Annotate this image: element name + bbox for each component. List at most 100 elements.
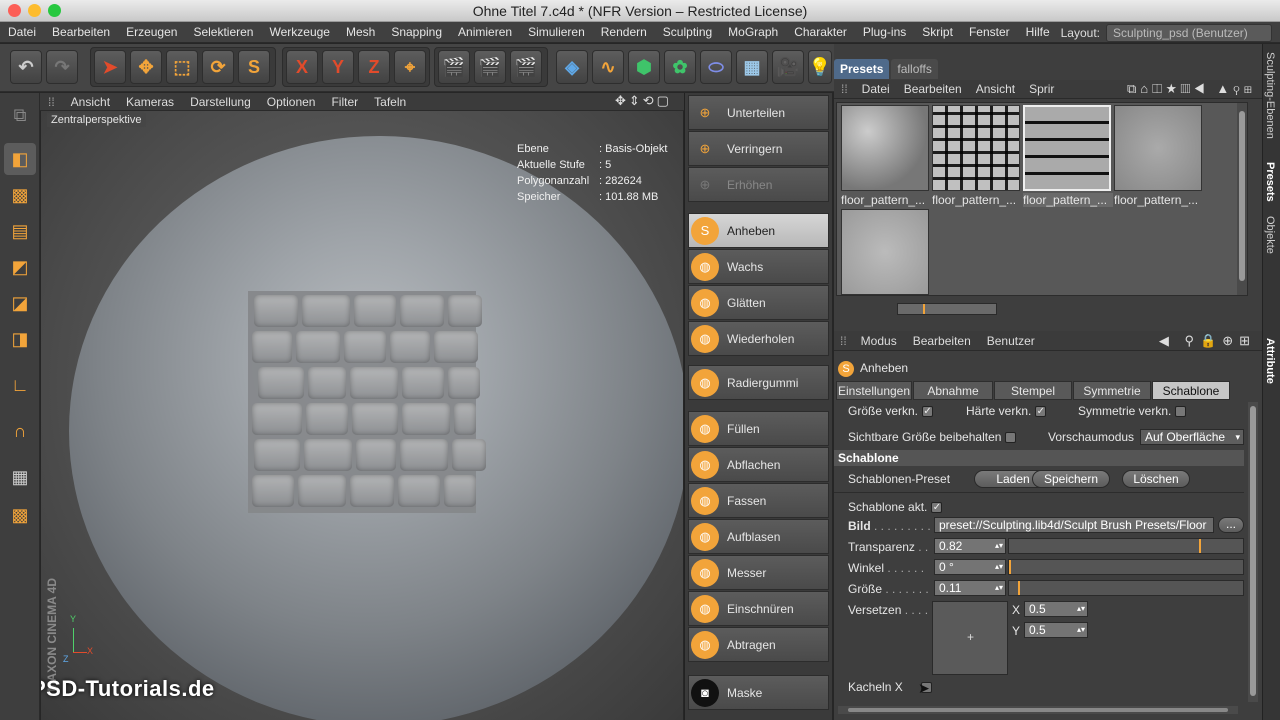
preset-name[interactable]: floor_pattern_... — [841, 193, 931, 207]
y-axis-lock-button[interactable]: Y — [322, 50, 354, 84]
groesse-slider-handle[interactable] — [1018, 581, 1020, 595]
vorschaumodus-dropdown[interactable]: Auf Oberfläche ▾ — [1140, 429, 1244, 445]
preset-browser[interactable]: floor_pattern_... floor_pattern_... floor_… — [836, 102, 1248, 315]
preset-thumbnail[interactable] — [1023, 105, 1111, 191]
presets-tab-presets[interactable]: Presets — [834, 59, 890, 79]
axis-mode-button[interactable]: ∟ — [4, 369, 36, 401]
sculpt-tool-messer[interactable]: ◍ Messer — [688, 555, 829, 590]
sculpt-tool-wiederholen[interactable]: ◍ Wiederholen — [688, 321, 829, 356]
preset-thumbnail[interactable] — [932, 105, 1020, 191]
side-tab-objekte[interactable]: Objekte — [1264, 212, 1276, 258]
layout-selector[interactable]: Layout: Sculpting_psd (Benutzer) — [1061, 24, 1272, 42]
attribute-scrollbar[interactable] — [1248, 402, 1258, 702]
haerte-verkn-checkbox[interactable]: ✓ — [1035, 406, 1047, 418]
menu-item-werkzeuge[interactable]: Werkzeuge — [261, 25, 337, 39]
snapping-button[interactable]: ∩ — [4, 415, 36, 447]
sculpt-tool-einschnüren[interactable]: ◍ Einschnüren — [688, 591, 829, 626]
loeschen-button[interactable]: Löschen — [1122, 470, 1190, 488]
polygons-mode-button[interactable]: ◨ — [4, 323, 36, 355]
redo-button[interactable]: ↷ — [46, 50, 78, 84]
menu-item-skript[interactable]: Skript — [914, 25, 961, 39]
sculpt-tool-button[interactable]: S — [238, 50, 270, 84]
menu-item-simulieren[interactable]: Simulieren — [520, 25, 593, 39]
viewport-menu-darstellung[interactable]: Darstellung — [182, 95, 259, 109]
preset-name[interactable]: floor_pattern_... — [932, 193, 1022, 207]
groesse-slider[interactable] — [1008, 580, 1244, 596]
viewport-nav-icons[interactable]: ✥⇕⟲▢ — [615, 93, 672, 109]
sculpt-tool-abtragen[interactable]: ◍ Abtragen — [688, 627, 829, 662]
menu-item-hilfe[interactable]: Hilfe — [1018, 25, 1058, 39]
floor-button[interactable]: ▦ — [736, 50, 768, 84]
sculpt-tool-radiergummi[interactable]: ◍ Radiergummi — [688, 365, 829, 400]
sculpt-tool-unterteilen[interactable]: ⊕ Unterteilen — [688, 95, 829, 130]
symmetrie-verkn-checkbox[interactable] — [1175, 406, 1187, 418]
preset-thumbnail[interactable] — [841, 209, 929, 295]
menu-item-bearbeiten[interactable]: Bearbeiten — [44, 25, 118, 39]
menu-item-selektieren[interactable]: Selektieren — [185, 25, 261, 39]
attribute-tab-abnahme[interactable]: Abnahme — [913, 381, 993, 400]
presets-menu-ansicht[interactable]: Ansicht — [969, 82, 1022, 96]
cube-primitive-button[interactable]: ◈ — [556, 50, 588, 84]
menu-item-charakter[interactable]: Charakter — [786, 25, 855, 39]
preset-thumbnail[interactable] — [841, 105, 929, 191]
sculpt-tool-verringern[interactable]: ⊕ Verringern — [688, 131, 829, 166]
light-button[interactable]: 💡 — [808, 50, 832, 84]
side-tab-presets[interactable]: Presets — [1264, 158, 1276, 206]
winkel-slider-handle[interactable] — [1009, 560, 1011, 574]
attribute-tab-stempel[interactable]: Stempel — [994, 381, 1072, 400]
menu-item-mograph[interactable]: MoGraph — [720, 25, 786, 39]
sculpt-tool-anheben[interactable]: S Anheben — [688, 213, 829, 248]
menu-item-rendern[interactable]: Rendern — [593, 25, 655, 39]
bild-path-field[interactable]: preset://Sculpting.lib4d/Sculpt Brush Pr… — [934, 517, 1214, 533]
scale-tool-button[interactable]: ⬚ — [166, 50, 198, 84]
side-tab-attribute[interactable]: Attribute — [1264, 334, 1276, 388]
x-field[interactable]: 0.5 ▴▾ — [1024, 601, 1088, 617]
sculpt-tool-füllen[interactable]: ◍ Füllen — [688, 411, 829, 446]
viewport-menu-kameras[interactable]: Kameras — [118, 95, 182, 109]
presets-tab-falloffs[interactable]: falloffs — [891, 59, 938, 79]
transparenz-slider-handle[interactable] — [1199, 539, 1201, 553]
z-axis-lock-button[interactable]: Z — [358, 50, 390, 84]
minimize-window-button[interactable] — [28, 4, 41, 17]
attribute-tab-symmetrie[interactable]: Symmetrie — [1073, 381, 1151, 400]
viewport[interactable]: Zentralperspektive Ebene: Basis-Objekt Ak… — [41, 111, 683, 720]
planar-workplane-button[interactable]: ▩ — [4, 499, 36, 531]
sculpt-tool-aufblasen[interactable]: ◍ Aufblasen — [688, 519, 829, 554]
array-button[interactable]: ✿ — [664, 50, 696, 84]
render-view-button[interactable]: 🎬 — [438, 50, 470, 84]
menu-item-erzeugen[interactable]: Erzeugen — [118, 25, 185, 39]
presets-menu-bearbeiten[interactable]: Bearbeiten — [897, 82, 969, 96]
attribute-menu-benutzer[interactable]: Benutzer — [979, 334, 1043, 348]
sichtbare-groesse-checkbox[interactable] — [1005, 432, 1017, 444]
groesse-verkn-checkbox[interactable]: ✓ — [922, 406, 934, 418]
attribute-hscrollbar[interactable] — [838, 706, 1238, 714]
schablone-section-header[interactable]: Schablone — [834, 450, 1244, 466]
menu-item-sculpting[interactable]: Sculpting — [655, 25, 720, 39]
transparenz-slider[interactable] — [1008, 538, 1244, 554]
thumbnail-size-slider[interactable] — [897, 303, 997, 315]
render-settings-button[interactable]: 🎬 — [510, 50, 542, 84]
transparenz-field[interactable]: 0.82 ▴▾ — [934, 538, 1006, 554]
make-editable-button[interactable]: ⧉ — [4, 99, 36, 131]
move-tool-button[interactable]: ✥ — [130, 50, 162, 84]
texture-mode-button[interactable]: ▩ — [4, 179, 36, 211]
deformer-button[interactable]: ⬭ — [700, 50, 732, 84]
winkel-slider[interactable] — [1008, 559, 1244, 575]
preset-name[interactable]: floor_pattern_... — [1114, 193, 1204, 207]
model-mode-button[interactable]: ◧ — [4, 143, 36, 175]
menu-item-plug-ins[interactable]: Plug-ins — [855, 25, 914, 39]
viewport-menu-ansicht[interactable]: Ansicht — [63, 95, 118, 109]
y-field[interactable]: 0.5 ▴▾ — [1024, 622, 1088, 638]
rotate-tool-button[interactable]: ⟳ — [202, 50, 234, 84]
menu-item-mesh[interactable]: Mesh — [338, 25, 383, 39]
preset-thumbnail[interactable] — [1114, 105, 1202, 191]
groesse-field[interactable]: 0.11 ▴▾ — [934, 580, 1006, 596]
versetzen-xy-pad[interactable]: + — [932, 601, 1008, 675]
sculpt-tool-maske[interactable]: ◙ Maske — [688, 675, 829, 710]
select-tool-button[interactable]: ➤ — [94, 50, 126, 84]
camera-button[interactable]: 🎥 — [772, 50, 804, 84]
coordinate-system-button[interactable]: ⌖ — [394, 50, 426, 84]
sculpt-tool-abflachen[interactable]: ◍ Abflachen — [688, 447, 829, 482]
attribute-toolbar-icons[interactable]: ◀ ⚲🔒⊕⊞ — [1159, 333, 1262, 349]
sculpt-tool-erhöhen[interactable]: ⊕ Erhöhen — [688, 167, 829, 202]
